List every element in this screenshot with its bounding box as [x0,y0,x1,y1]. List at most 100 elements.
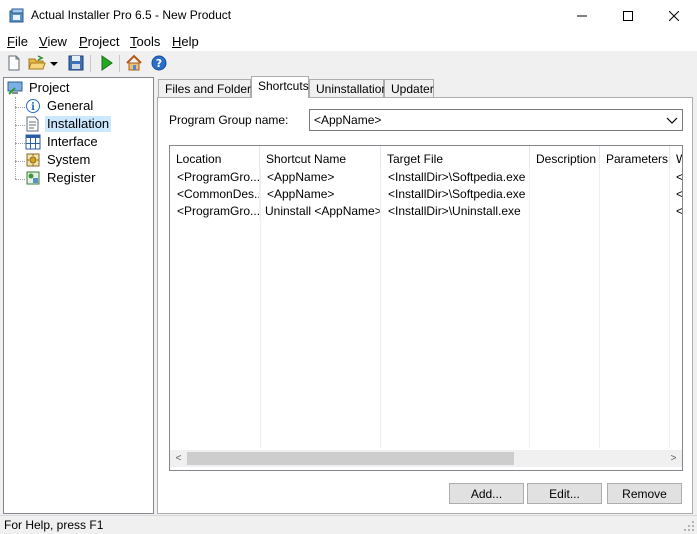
cell-working-dir: < [670,202,682,219]
cell-shortcut-name: <AppName> [260,168,381,185]
project-tree: Project i General Installation Interface [3,77,154,514]
maximize-icon [623,10,633,21]
cell-parameters [600,202,670,219]
cell-working-dir: < [670,185,682,202]
menu-file[interactable]: File [7,34,28,49]
minimize-button[interactable] [559,0,605,31]
window-title: Actual Installer Pro 6.5 - New Product [31,8,232,22]
cell-shortcut-name: Uninstall <AppName> [260,202,381,219]
tree-item-label: Project [29,80,70,95]
run-build-icon[interactable] [97,54,115,72]
status-bar: For Help, press F1 [0,515,697,534]
tree-item-label: System [47,152,91,167]
scroll-right-button[interactable]: > [665,450,682,467]
tree-item-system[interactable]: System [25,151,92,169]
cell-target-file: <InstallDir>\Softpedia.exe [381,185,530,202]
tree-item-general[interactable]: i General [25,97,95,115]
cell-description [530,185,600,202]
toolbar: ? [0,51,697,76]
add-button[interactable]: Add... [449,483,524,504]
tab-files-and-folders[interactable]: Files and Folders [158,79,257,97]
tree-connector [15,143,25,144]
program-group-label: Program Group name: [169,113,289,127]
close-icon [669,10,679,21]
column-header-parameters[interactable]: Parameters [600,146,670,168]
menu-project[interactable]: Project [79,34,119,49]
svg-text:i: i [31,102,35,113]
tree-item-label: General [47,98,94,113]
tree-item-label: Register [47,170,96,185]
tab-uninstallation[interactable]: Uninstallation [309,79,388,97]
menu-help[interactable]: Help [172,34,199,49]
resize-grip-icon[interactable] [683,520,695,532]
tree-connector [15,107,25,108]
cell-parameters [600,185,670,202]
tab-shortcuts[interactable]: Shortcuts [251,76,309,98]
table-row[interactable]: <ProgramGro... <AppName> <InstallDir>\So… [170,168,682,185]
register-icon [26,171,40,185]
scroll-thumb[interactable] [187,452,514,465]
tree-item-interface[interactable]: Interface [25,133,100,151]
tab-updater[interactable]: Updater [384,79,434,97]
status-text: For Help, press F1 [4,518,104,532]
cell-shortcut-name: <AppName> [260,185,381,202]
table-row[interactable]: <CommonDes... <AppName> <InstallDir>\Sof… [170,185,682,202]
column-header-shortcut-name[interactable]: Shortcut Name [260,146,381,168]
minimize-icon [577,15,587,16]
menu-bar: File View Project Tools Help [0,31,697,51]
installation-icon [26,116,39,132]
toolbar-separator [90,55,91,72]
horizontal-scrollbar[interactable]: < > [170,450,682,467]
save-icon[interactable] [67,54,85,72]
tree-item-project[interactable]: Project [7,79,71,97]
info-icon: i [26,99,40,113]
column-header-working-dir[interactable]: W [670,146,682,168]
cell-location: <CommonDes... [170,185,260,202]
table-row[interactable]: <ProgramGro... Uninstall <AppName> <Inst… [170,202,682,219]
cell-description [530,168,600,185]
edit-button[interactable]: Edit... [527,483,602,504]
close-button[interactable] [651,0,697,31]
remove-button[interactable]: Remove [607,483,682,504]
tree-connector [15,179,25,180]
toolbar-separator [119,55,120,72]
tree-item-register[interactable]: Register [25,169,97,187]
dropdown-arrow-icon[interactable] [48,54,60,72]
chevron-down-icon [666,117,678,124]
interface-icon [25,134,41,150]
menu-tools[interactable]: Tools [130,34,160,49]
home-icon[interactable] [125,54,143,72]
cell-parameters [600,168,670,185]
tree-connector [15,125,25,126]
cell-location: <ProgramGro... [170,168,260,185]
tree-item-label: Installation [45,116,112,132]
shortcuts-panel: Program Group name: <AppName> Location S… [157,97,693,514]
cell-target-file: <InstallDir>\Softpedia.exe [381,168,530,185]
tree-connector [15,97,16,179]
help-icon[interactable]: ? [150,54,168,72]
menu-view[interactable]: View [39,34,67,49]
app-icon [9,8,24,23]
column-header-description[interactable]: Description [530,146,600,168]
program-group-combo[interactable]: <AppName> [309,109,683,131]
column-header-target-file[interactable]: Target File [381,146,530,168]
title-bar: Actual Installer Pro 6.5 - New Product [0,0,697,31]
maximize-button[interactable] [605,0,651,31]
cell-description [530,202,600,219]
open-folder-icon[interactable] [28,54,46,72]
column-header-location[interactable]: Location [170,146,260,168]
cell-target-file: <InstallDir>\Uninstall.exe [381,202,530,219]
tree-connector [15,161,25,162]
computer-icon [7,81,23,95]
cell-location: <ProgramGro... [170,202,260,219]
system-icon [26,153,40,167]
list-header: Location Shortcut Name Target File Descr… [170,146,682,168]
tree-item-label: Interface [47,134,98,149]
svg-text:?: ? [156,57,162,70]
scroll-left-button[interactable]: < [170,450,187,467]
cell-working-dir: < [670,168,682,185]
program-group-value: <AppName> [314,113,382,127]
tree-item-installation[interactable]: Installation [25,115,112,133]
new-document-icon[interactable] [5,54,23,72]
shortcuts-list[interactable]: Location Shortcut Name Target File Descr… [169,145,683,471]
